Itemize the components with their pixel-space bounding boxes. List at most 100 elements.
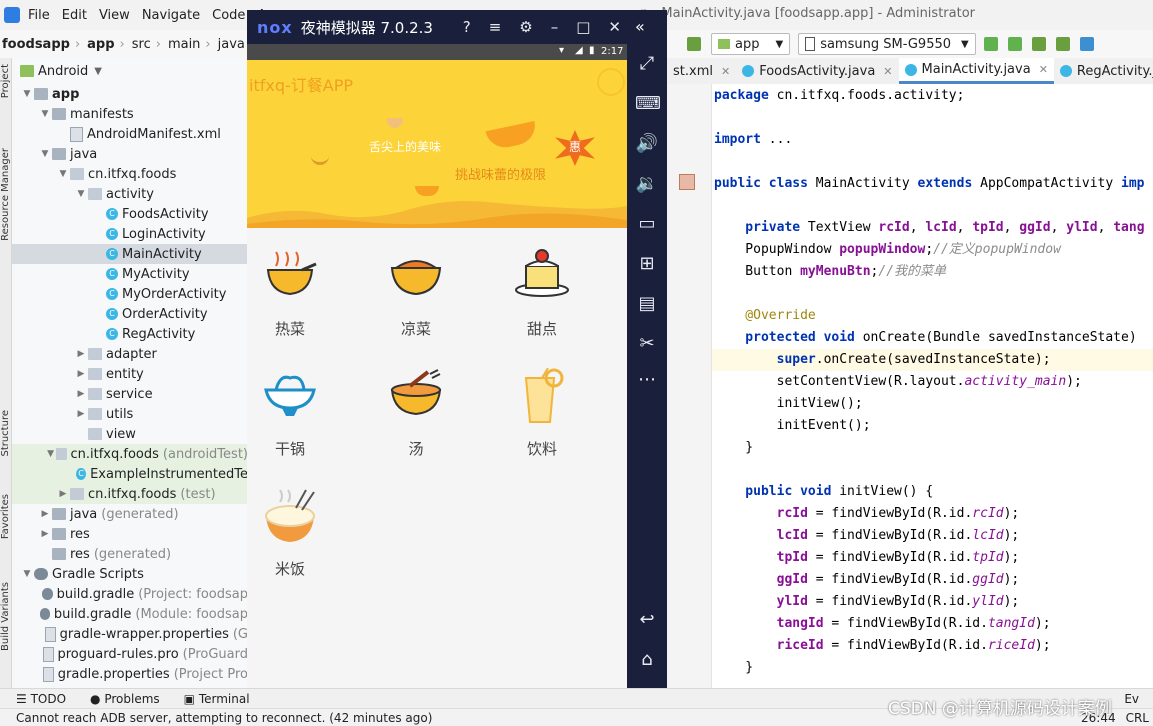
tree-item[interactable]: build.gradle (Module: foodsap: [12, 604, 248, 624]
close-icon[interactable]: ✕: [608, 18, 621, 36]
menu-file[interactable]: File: [28, 8, 50, 23]
code-line[interactable]: initView();: [714, 393, 863, 415]
tree-item[interactable]: ▼ Gradle Scripts: [12, 564, 248, 584]
editor-gutter[interactable]: [667, 84, 712, 688]
code-line[interactable]: ggId = findViewById(R.id.ggId);: [714, 569, 1020, 591]
category-6[interactable]: 饮料: [487, 367, 597, 459]
close-tab-icon[interactable]: ✕: [883, 65, 892, 78]
structure-tool-tab[interactable]: Structure: [0, 410, 11, 457]
tree-item[interactable]: C FoodsActivity: [12, 204, 248, 224]
tab-strings-xml[interactable]: st.xml ✕: [667, 58, 736, 84]
tree-item[interactable]: C RegActivity: [12, 324, 248, 344]
volume-up-icon[interactable]: 🔊: [635, 132, 659, 156]
code-line[interactable]: protected void onCreate(Bundle savedInst…: [714, 327, 1136, 349]
menu-navigate[interactable]: Navigate: [142, 8, 200, 23]
build-variants-tool-tab[interactable]: Build Variants: [0, 582, 11, 651]
tree-item[interactable]: ▶ adapter: [12, 344, 248, 364]
tree-item[interactable]: ▼ app: [12, 84, 248, 104]
fullscreen-icon[interactable]: ⤢: [635, 52, 659, 76]
code-line[interactable]: PopupWindow popupWindow;//定义popupWindow: [714, 239, 1061, 261]
chevron-right-icon[interactable]: ▶: [38, 529, 52, 539]
scissors-icon[interactable]: ✂: [635, 332, 659, 356]
tree-item[interactable]: ▼ java: [12, 144, 248, 164]
menu-icon[interactable]: ≡: [489, 18, 502, 36]
tab-reg-activity[interactable]: RegActivity.java✕: [1054, 58, 1153, 84]
debug-icon[interactable]: [1031, 37, 1046, 51]
code-line[interactable]: initEvent();: [714, 415, 871, 437]
apk-install-icon[interactable]: ⊞: [635, 252, 659, 276]
menu-code[interactable]: Code: [212, 8, 245, 23]
chevron-down-icon[interactable]: ▼: [20, 569, 34, 579]
close-tab-icon[interactable]: ✕: [721, 65, 730, 78]
chevron-right-icon[interactable]: ▶: [74, 369, 88, 379]
menu-edit[interactable]: Edit: [62, 8, 87, 23]
close-tab-icon[interactable]: ✕: [1039, 63, 1048, 76]
breadcrumb-src[interactable]: src: [132, 37, 151, 52]
code-line[interactable]: private TextView rcId, lcId, tpId, ggId,…: [714, 217, 1144, 239]
code-line[interactable]: @Override: [714, 305, 815, 327]
code-line[interactable]: tangId = findViewById(R.id.tangId);: [714, 613, 1051, 635]
back-icon[interactable]: ↩: [635, 608, 659, 632]
category-4[interactable]: 干锅: [247, 368, 345, 459]
tree-item[interactable]: ▼ manifests: [12, 104, 248, 124]
tab-foods-activity[interactable]: FoodsActivity.java ✕: [736, 58, 898, 84]
tree-item[interactable]: ▼ activity: [12, 184, 248, 204]
tree-item[interactable]: C LoginActivity: [12, 224, 248, 244]
tree-item[interactable]: ▶ java (generated): [12, 504, 248, 524]
tree-item[interactable]: ▶ service: [12, 384, 248, 404]
resource-manager-tool-tab[interactable]: Resource Manager: [0, 148, 11, 241]
home-icon[interactable]: ⌂: [635, 648, 659, 672]
module-selector[interactable]: app ▼: [711, 33, 791, 55]
code-line[interactable]: super.onCreate(savedInstanceState);: [714, 349, 1051, 371]
project-view-selector[interactable]: Android ▼: [12, 58, 248, 84]
todo-tab[interactable]: ☰ TODO: [16, 692, 66, 706]
chevron-right-icon[interactable]: ▶: [74, 409, 88, 419]
code-editor[interactable]: package cn.itfxq.foods.activity; import .…: [712, 84, 1153, 688]
chevron-right-icon[interactable]: ▶: [38, 509, 52, 519]
category-5[interactable]: 汤: [361, 368, 471, 459]
tab-main-activity[interactable]: MainActivity.java ✕: [898, 58, 1054, 84]
event-log-tab[interactable]: Ev: [1124, 692, 1139, 706]
tree-item[interactable]: ▼ cn.itfxq.foods: [12, 164, 248, 184]
more-icon[interactable]: ⋯: [635, 368, 659, 392]
volume-down-icon[interactable]: 🔉: [635, 172, 659, 196]
chevron-down-icon[interactable]: ▼: [20, 89, 34, 99]
screen-icon[interactable]: ▭: [635, 212, 659, 236]
tree-item[interactable]: res (generated): [12, 544, 248, 564]
maximize-icon[interactable]: □: [576, 18, 590, 36]
code-line[interactable]: public class MainActivity extends AppCom…: [714, 173, 1145, 195]
chevron-right-icon[interactable]: ▶: [56, 489, 70, 499]
tree-item[interactable]: ▶ cn.itfxq.foods (test): [12, 484, 248, 504]
multi-instance-icon[interactable]: ▤: [635, 292, 659, 316]
code-line[interactable]: package cn.itfxq.foods.activity;: [714, 85, 964, 107]
chevron-down-icon[interactable]: ▼: [38, 149, 52, 159]
keyboard-icon[interactable]: ⌨: [635, 92, 661, 116]
tree-item[interactable]: proguard-rules.pro (ProGuard: [12, 644, 248, 664]
tree-item[interactable]: C OrderActivity: [12, 304, 248, 324]
tree-item[interactable]: C MyOrderActivity: [12, 284, 248, 304]
chevron-right-icon[interactable]: ▶: [74, 389, 88, 399]
profile-icon[interactable]: [1055, 37, 1070, 51]
problems-tab[interactable]: ● Problems: [90, 692, 160, 706]
tree-item[interactable]: build.gradle (Project: foodsap: [12, 584, 248, 604]
category-3[interactable]: 甜点: [487, 248, 597, 339]
tree-item[interactable]: AndroidManifest.xml: [12, 124, 248, 144]
breadcrumb-module[interactable]: app: [87, 37, 114, 52]
apply-changes-icon[interactable]: [983, 37, 998, 51]
code-line[interactable]: tpId = findViewById(R.id.tpId);: [714, 547, 1020, 569]
user-avatar-icon[interactable]: [597, 68, 625, 96]
tree-item[interactable]: ▶ utils: [12, 404, 248, 424]
chevron-down-icon[interactable]: ▼: [45, 449, 56, 459]
device-selector[interactable]: samsung SM-G9550 ▼: [798, 33, 976, 55]
tree-item[interactable]: C ExampleInstrumentedTe: [12, 464, 248, 484]
collapse-sidebar-icon[interactable]: «: [635, 17, 645, 36]
tree-item[interactable]: ▶ entity: [12, 364, 248, 384]
code-line[interactable]: ylId = findViewById(R.id.ylId);: [714, 591, 1020, 613]
code-line[interactable]: }: [714, 437, 753, 459]
category-1[interactable]: 热菜: [247, 248, 345, 339]
code-line[interactable]: public void initView() {: [714, 481, 933, 503]
chevron-down-icon[interactable]: ▼: [38, 109, 52, 119]
help-icon[interactable]: ?: [463, 18, 471, 36]
breadcrumb-project[interactable]: foodsapp: [2, 37, 70, 52]
terminal-tab[interactable]: ▣ Terminal: [184, 692, 250, 706]
